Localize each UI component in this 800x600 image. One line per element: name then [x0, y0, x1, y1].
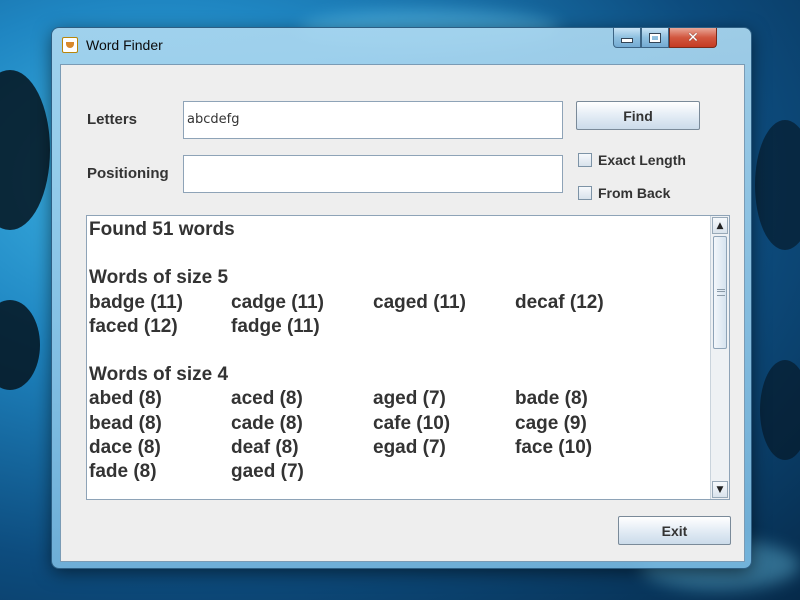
scroll-down-button[interactable]: ▼	[712, 481, 728, 498]
word-row: fade (8) gaed (7)	[89, 460, 709, 484]
word-entry: dace (8)	[89, 436, 161, 458]
word-entry: decaf (12)	[515, 291, 604, 313]
word-entry: fade (8)	[89, 460, 157, 482]
word-entry: cage (9)	[515, 412, 587, 434]
word-entry: deaf (8)	[231, 436, 299, 458]
window-content: Letters abcdefg Positioning Find Exact L…	[60, 64, 745, 562]
word-row: abed (8) aced (8) aged (7) bade (8)	[89, 387, 709, 411]
minimize-icon	[621, 38, 633, 43]
results-text: Found 51 words Words of size 5 badge (11) c…	[89, 218, 709, 484]
maximize-button[interactable]	[641, 28, 669, 48]
word-entry: badge (11)	[89, 291, 183, 313]
exit-button[interactable]: Exit	[618, 516, 731, 545]
word-entry: fadge (11)	[231, 315, 320, 337]
group-heading: Words of size 4	[89, 364, 229, 386]
minimize-button[interactable]	[613, 28, 641, 48]
scroll-thumb[interactable]	[713, 236, 727, 349]
word-entry: abed (8)	[89, 388, 162, 410]
word-entry: cade (8)	[231, 412, 303, 434]
from-back-checkbox[interactable]	[578, 186, 592, 200]
group-heading: Words of size 5	[89, 267, 229, 289]
word-row: dace (8) deaf (8) egad (7) face (10)	[89, 436, 709, 460]
word-entry: bead (8)	[89, 412, 162, 434]
find-button[interactable]: Find	[576, 101, 700, 130]
word-entry: bade (8)	[515, 388, 588, 410]
positioning-label: Positioning	[87, 165, 169, 182]
scroll-up-button[interactable]: ▲	[712, 217, 728, 234]
letters-input[interactable]: abcdefg	[183, 101, 563, 139]
word-row: faced (12) fadge (11)	[89, 315, 709, 339]
word-entry: egad (7)	[373, 436, 446, 458]
word-row: bead (8) cade (8) cafe (10) cage (9)	[89, 412, 709, 436]
word-finder-window: Word Finder ✕ Letters abcdefg Positionin…	[52, 28, 751, 568]
close-icon: ✕	[687, 29, 699, 46]
results-area[interactable]: Found 51 words Words of size 5 badge (11) c…	[86, 215, 730, 500]
word-entry: gaed (7)	[231, 460, 304, 482]
word-entry: faced (12)	[89, 315, 178, 337]
word-entry: cadge (11)	[231, 291, 324, 313]
maximize-icon	[649, 32, 661, 43]
close-button[interactable]: ✕	[669, 28, 717, 48]
java-cup-icon	[62, 37, 78, 53]
title-bar[interactable]: Word Finder ✕	[52, 28, 751, 62]
results-scrollbar[interactable]: ▲ ▼	[710, 216, 729, 499]
grip-icon	[717, 289, 725, 296]
word-entry: cafe (10)	[373, 412, 451, 434]
word-entry: caged (11)	[373, 291, 466, 313]
results-summary: Found 51 words	[89, 219, 235, 240]
from-back-label[interactable]: From Back	[598, 185, 670, 201]
positioning-input[interactable]	[183, 155, 563, 193]
word-entry: aced (8)	[231, 388, 303, 410]
exact-length-checkbox[interactable]	[578, 153, 592, 167]
word-row: badge (11) cadge (11) caged (11) decaf (12)	[89, 291, 709, 315]
word-entry: face (10)	[515, 436, 593, 458]
exact-length-label[interactable]: Exact Length	[598, 152, 686, 168]
letters-label: Letters	[87, 111, 138, 128]
window-title: Word Finder	[86, 37, 163, 53]
word-entry: aged (7)	[373, 388, 446, 410]
